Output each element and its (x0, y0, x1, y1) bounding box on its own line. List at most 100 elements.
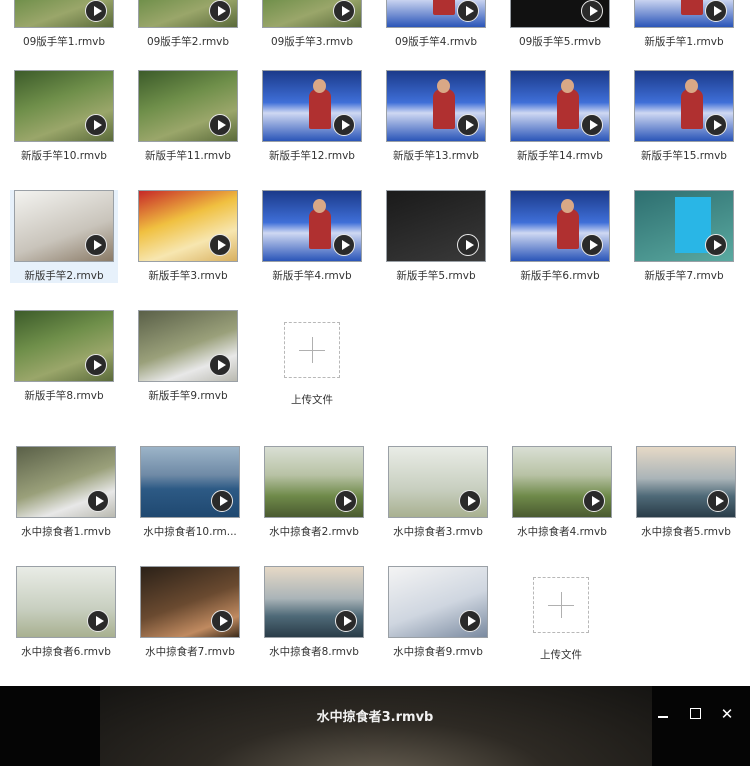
play-icon[interactable] (705, 234, 727, 256)
play-icon[interactable] (211, 610, 233, 632)
video-file-tile[interactable]: 新版手竿15.rmvb (630, 70, 738, 163)
play-icon[interactable] (707, 490, 729, 512)
play-icon[interactable] (85, 354, 107, 376)
minimize-icon[interactable] (654, 706, 672, 722)
play-icon[interactable] (209, 0, 231, 22)
video-thumbnail[interactable] (262, 0, 362, 28)
video-file-tile[interactable]: 水中掠食者9.rmvb (384, 566, 492, 659)
video-thumbnail[interactable] (386, 70, 486, 142)
play-icon[interactable] (705, 114, 727, 136)
play-icon[interactable] (85, 0, 107, 22)
video-thumbnail[interactable] (16, 446, 116, 518)
play-icon[interactable] (459, 610, 481, 632)
video-file-tile[interactable]: 新版手竿12.rmvb (258, 70, 366, 163)
video-thumbnail[interactable] (140, 566, 240, 638)
video-thumbnail[interactable] (138, 0, 238, 28)
play-icon[interactable] (87, 490, 109, 512)
video-file-tile[interactable]: 水中掠食者2.rmvb (260, 446, 368, 539)
video-file-tile[interactable]: 新版手竿2.rmvb (10, 190, 118, 283)
video-frame[interactable] (100, 686, 652, 766)
video-file-tile[interactable]: 新版手竿1.rmvb (630, 0, 738, 49)
video-thumbnail[interactable] (138, 310, 238, 382)
video-thumbnail[interactable] (138, 70, 238, 142)
video-thumbnail[interactable] (140, 446, 240, 518)
play-icon[interactable] (581, 234, 603, 256)
video-thumbnail[interactable] (14, 310, 114, 382)
video-file-tile[interactable]: 水中掠食者3.rmvb (384, 446, 492, 539)
video-thumbnail[interactable] (512, 446, 612, 518)
video-file-tile[interactable]: 水中掠食者1.rmvb (12, 446, 120, 539)
play-icon[interactable] (457, 0, 479, 22)
play-icon[interactable] (583, 490, 605, 512)
video-thumbnail[interactable] (264, 566, 364, 638)
play-icon[interactable] (459, 490, 481, 512)
play-icon[interactable] (581, 114, 603, 136)
video-file-tile[interactable]: 09版手竿4.rmvb (382, 0, 490, 49)
video-thumbnail[interactable] (14, 0, 114, 28)
upload-file-tile-2[interactable]: 上传文件 (507, 567, 615, 662)
play-icon[interactable] (333, 234, 355, 256)
video-file-tile[interactable]: 水中掠食者6.rmvb (12, 566, 120, 659)
play-icon[interactable] (209, 234, 231, 256)
play-icon[interactable] (333, 114, 355, 136)
video-file-tile[interactable]: 水中掠食者5.rmvb (632, 446, 740, 539)
video-file-tile[interactable]: 09版手竿5.rmvb (506, 0, 614, 49)
video-file-tile[interactable]: 09版手竿2.rmvb (134, 0, 242, 49)
video-file-tile[interactable]: 新版手竿13.rmvb (382, 70, 490, 163)
video-file-tile[interactable]: 09版手竿3.rmvb (258, 0, 366, 49)
video-thumbnail[interactable] (16, 566, 116, 638)
play-icon[interactable] (211, 490, 233, 512)
video-thumbnail[interactable] (262, 190, 362, 262)
upload-file-label: 上传文件 (291, 394, 333, 406)
video-thumbnail[interactable] (388, 566, 488, 638)
video-file-tile[interactable]: 新版手竿6.rmvb (506, 190, 614, 283)
video-file-tile[interactable]: 新版手竿4.rmvb (258, 190, 366, 283)
video-thumbnail[interactable] (634, 0, 734, 28)
play-icon[interactable] (87, 610, 109, 632)
video-thumbnail[interactable] (510, 0, 610, 28)
video-file-tile[interactable]: 新版手竿9.rmvb (134, 310, 242, 403)
video-thumbnail[interactable] (262, 70, 362, 142)
play-icon[interactable] (85, 234, 107, 256)
video-file-tile[interactable]: 09版手竿1.rmvb (10, 0, 118, 49)
maximize-icon[interactable] (686, 706, 704, 722)
play-icon[interactable] (333, 0, 355, 22)
file-name-label: 新版手竿13.rmvb (393, 150, 479, 162)
video-file-tile[interactable]: 新版手竿7.rmvb (630, 190, 738, 283)
video-thumbnail[interactable] (636, 446, 736, 518)
video-thumbnail[interactable] (264, 446, 364, 518)
video-file-tile[interactable]: 新版手竿3.rmvb (134, 190, 242, 283)
video-file-tile[interactable]: 新版手竿11.rmvb (134, 70, 242, 163)
play-icon[interactable] (209, 354, 231, 376)
video-file-tile[interactable]: 水中掠食者4.rmvb (508, 446, 616, 539)
plus-icon[interactable] (533, 577, 589, 633)
upload-file-tile-1[interactable]: 上传文件 (258, 312, 366, 407)
video-thumbnail[interactable] (14, 190, 114, 262)
video-thumbnail[interactable] (14, 70, 114, 142)
video-file-tile[interactable]: 水中掠食者10.rm... (136, 446, 244, 539)
play-icon[interactable] (705, 0, 727, 22)
video-file-tile[interactable]: 新版手竿5.rmvb (382, 190, 490, 283)
play-icon[interactable] (85, 114, 107, 136)
video-thumbnail[interactable] (510, 70, 610, 142)
video-thumbnail[interactable] (386, 190, 486, 262)
video-file-tile[interactable]: 水中掠食者7.rmvb (136, 566, 244, 659)
video-file-tile[interactable]: 新版手竿8.rmvb (10, 310, 118, 403)
video-file-tile[interactable]: 水中掠食者8.rmvb (260, 566, 368, 659)
play-icon[interactable] (457, 114, 479, 136)
video-thumbnail[interactable] (634, 190, 734, 262)
play-icon[interactable] (209, 114, 231, 136)
play-icon[interactable] (581, 0, 603, 22)
video-thumbnail[interactable] (386, 0, 486, 28)
close-icon[interactable]: ✕ (718, 706, 736, 722)
video-file-tile[interactable]: 新版手竿14.rmvb (506, 70, 614, 163)
play-icon[interactable] (335, 610, 357, 632)
play-icon[interactable] (457, 234, 479, 256)
video-thumbnail[interactable] (138, 190, 238, 262)
video-thumbnail[interactable] (388, 446, 488, 518)
play-icon[interactable] (335, 490, 357, 512)
video-thumbnail[interactable] (634, 70, 734, 142)
plus-icon[interactable] (284, 322, 340, 378)
video-file-tile[interactable]: 新版手竿10.rmvb (10, 70, 118, 163)
video-thumbnail[interactable] (510, 190, 610, 262)
